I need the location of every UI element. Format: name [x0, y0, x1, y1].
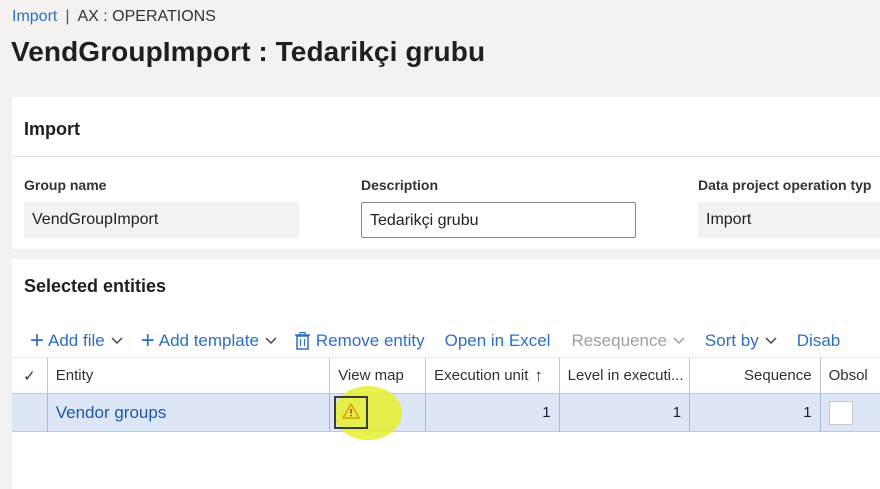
- description-field: Description Tedarikçi grubu: [361, 177, 636, 238]
- plus-icon: +: [30, 327, 45, 354]
- selected-entities-header[interactable]: Selected entities: [12, 259, 880, 297]
- table-row[interactable]: Vendor groups 1 1 1: [12, 386, 880, 440]
- row-select-cell[interactable]: [12, 394, 48, 431]
- entities-grid: ✓ Entity View map Execution unit ↑ Level…: [12, 357, 880, 440]
- grid-header-row: ✓ Entity View map Execution unit ↑ Level…: [12, 357, 880, 394]
- operation-type-field: Data project operation typ Import: [698, 177, 880, 238]
- add-file-button[interactable]: + Add file: [30, 329, 123, 353]
- chevron-down-icon: [673, 337, 685, 345]
- sort-by-label: Sort by: [704, 331, 759, 350]
- view-map-button[interactable]: [334, 396, 369, 429]
- group-name-field: Group name VendGroupImport: [24, 177, 299, 238]
- open-in-excel-button[interactable]: Open in Excel: [445, 331, 551, 351]
- chevron-down-icon: [265, 337, 277, 345]
- sort-ascending-icon: ↑: [534, 365, 543, 385]
- add-file-label: Add file: [48, 331, 105, 350]
- obsolete-cell: [821, 394, 880, 431]
- obsolete-checkbox[interactable]: [828, 400, 853, 425]
- resequence-label: Resequence: [571, 331, 667, 350]
- execution-unit-label: Execution unit: [434, 367, 529, 384]
- disable-button[interactable]: Disab: [797, 331, 840, 351]
- entities-toolbar: + Add file + Add template Remove entity …: [12, 326, 880, 356]
- resequence-button[interactable]: Resequence: [571, 331, 685, 351]
- column-header-sequence[interactable]: Sequence: [690, 358, 821, 393]
- group-name-label: Group name: [24, 177, 107, 193]
- breadcrumb-separator: |: [65, 8, 70, 25]
- sequence-cell[interactable]: 1: [690, 394, 821, 431]
- column-header-level[interactable]: Level in executi...: [560, 358, 691, 393]
- add-template-label: Add template: [158, 331, 259, 350]
- operation-type-value: Import: [698, 202, 880, 238]
- chevron-down-icon: [765, 337, 777, 345]
- operation-type-label: Data project operation typ: [698, 177, 872, 193]
- view-map-cell: [330, 386, 427, 440]
- description-label: Description: [361, 177, 439, 193]
- select-all-checkmark[interactable]: ✓: [12, 358, 48, 393]
- remove-entity-label: Remove entity: [315, 331, 425, 350]
- column-header-obsolete[interactable]: Obsol: [821, 358, 880, 393]
- sort-by-button[interactable]: Sort by: [705, 331, 777, 351]
- import-panel: Import Group name VendGroupImport Descri…: [12, 97, 880, 249]
- plus-icon: +: [140, 327, 155, 354]
- view-map-wrap: [334, 386, 417, 440]
- add-template-button[interactable]: + Add template: [141, 329, 277, 353]
- execution-unit-cell[interactable]: 1: [426, 394, 560, 431]
- column-header-entity[interactable]: Entity: [48, 358, 331, 393]
- import-panel-header[interactable]: Import: [12, 97, 880, 157]
- selected-entities-panel: Selected entities + Add file + Add templ…: [12, 259, 880, 489]
- column-header-execution-unit[interactable]: Execution unit ↑: [426, 358, 560, 393]
- chevron-down-icon: [111, 337, 123, 345]
- level-cell[interactable]: 1: [560, 394, 691, 431]
- open-in-excel-label: Open in Excel: [444, 331, 551, 350]
- description-input[interactable]: Tedarikçi grubu: [361, 202, 636, 238]
- breadcrumb: Import | AX : OPERATIONS: [12, 8, 216, 26]
- page-title: VendGroupImport : Tedarikçi grubu: [11, 36, 486, 67]
- remove-entity-button[interactable]: Remove entity: [294, 331, 425, 351]
- breadcrumb-import-link[interactable]: Import: [12, 8, 57, 26]
- group-name-value: VendGroupImport: [24, 202, 299, 238]
- disable-label: Disab: [796, 331, 841, 350]
- trash-icon: [294, 332, 310, 350]
- entity-link[interactable]: Vendor groups: [56, 403, 167, 423]
- warning-icon: [342, 402, 361, 423]
- entity-cell: Vendor groups: [48, 394, 331, 431]
- breadcrumb-current: AX : OPERATIONS: [77, 8, 216, 25]
